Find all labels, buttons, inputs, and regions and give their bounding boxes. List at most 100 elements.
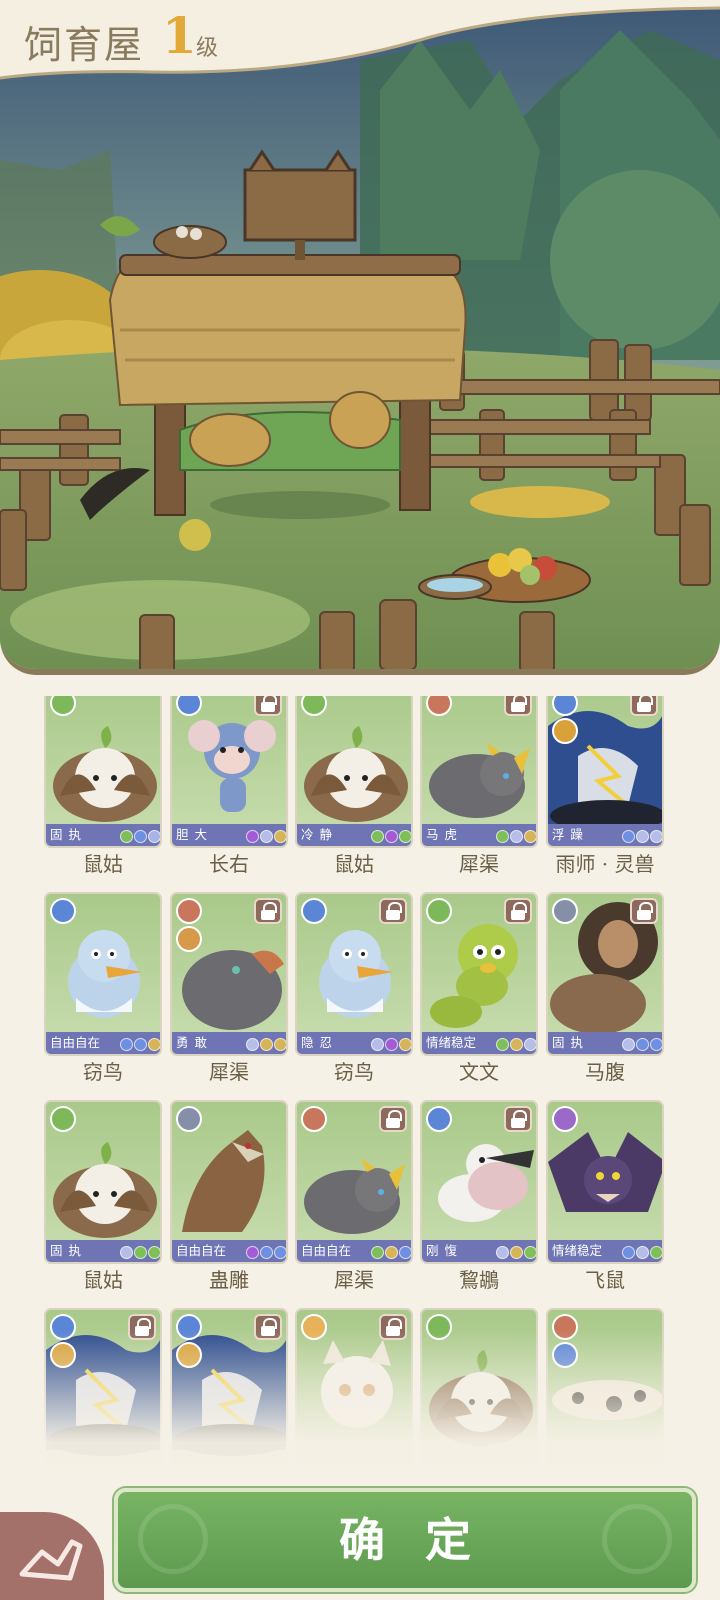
- pet-grid: 固 执鼠姑胆 大长右冷 静鼠姑马 虎犀渠浮 躁雨师 · 灵兽 自由自在 窃鸟勇 敢犀…: [44, 696, 684, 1466]
- aptitude-dot: [524, 1038, 536, 1051]
- aptitude-dot: [134, 1246, 147, 1259]
- fire-icon: [301, 1106, 327, 1132]
- pet-card[interactable]: 情绪稳定 文文: [420, 892, 538, 1084]
- pet-card[interactable]: 隐 忍窃鸟: [295, 892, 413, 1084]
- pet-portrait: 自由自在: [295, 1100, 413, 1264]
- aptitude-dot: [120, 1038, 133, 1051]
- pet-portrait: 刚 愎: [420, 1100, 538, 1264]
- pet-name: 窃鸟: [83, 1060, 123, 1084]
- trait-bar: 固 执: [548, 1032, 662, 1054]
- level-number: 1: [162, 6, 197, 65]
- pet-card[interactable]: 冷 静鼠姑: [295, 696, 413, 876]
- trait-label: 情绪稳定: [552, 1243, 603, 1258]
- light-icon: [301, 1314, 327, 1340]
- pet-card[interactable]: 情绪稳定 飞鼠: [546, 1100, 664, 1292]
- aptitude-dot: [120, 830, 133, 843]
- aptitude-dot: [371, 1246, 384, 1259]
- aptitude-dot: [246, 1246, 259, 1259]
- aptitude-dot: [622, 830, 635, 843]
- spirit-icon: [552, 1106, 578, 1132]
- back-button[interactable]: [0, 1512, 104, 1600]
- aptitude-dot: [260, 1038, 273, 1051]
- confirm-button[interactable]: 确定: [114, 1488, 696, 1592]
- trait-label: 自由自在: [50, 1035, 101, 1050]
- wind-icon: [552, 898, 578, 924]
- pet-portrait: 隐 忍: [295, 892, 413, 1056]
- pet-card[interactable]: 勇 敢犀渠: [170, 892, 288, 1084]
- pet-card[interactable]: 固 执马腹: [546, 892, 664, 1084]
- trait-label: 马 虎: [426, 827, 458, 842]
- pet-card[interactable]: 自由自在 犀渠: [295, 1100, 413, 1292]
- thunder-icon: [176, 1342, 202, 1368]
- pet-card[interactable]: 马 虎犀渠: [420, 696, 538, 876]
- aptitude-dots: [245, 828, 286, 846]
- water-icon: [50, 1314, 76, 1340]
- pet-card[interactable]: 固 执鼠姑: [44, 1100, 162, 1292]
- aptitude-dots: [119, 1244, 160, 1262]
- pet-card[interactable]: 刚 愎鵹鶘: [420, 1100, 538, 1292]
- decor-swirl-left: [138, 1504, 208, 1574]
- pet-name: 文文: [459, 1060, 499, 1084]
- aptitude-dot: [120, 1246, 133, 1259]
- pet-portrait: [420, 1308, 538, 1466]
- aptitude-dot: [246, 830, 259, 843]
- trait-bar: 胆 大: [172, 824, 286, 846]
- pet-portrait: [170, 1308, 288, 1466]
- grass-icon: [50, 1106, 76, 1132]
- aptitude-dots: [495, 828, 536, 846]
- trait-label: 固 执: [50, 827, 82, 842]
- grass-icon: [426, 1314, 452, 1340]
- pet-name: 犀渠: [209, 1060, 249, 1084]
- pet-name: 蛊雕: [209, 1268, 249, 1292]
- aptitude-dot: [622, 1246, 635, 1259]
- wind-icon: [176, 1106, 202, 1132]
- aptitude-dots: [119, 828, 160, 846]
- pet-portrait: 情绪稳定: [546, 1100, 664, 1264]
- aptitude-dot: [399, 1038, 411, 1051]
- pet-portrait: [546, 1308, 664, 1466]
- fire-icon: [552, 1314, 578, 1340]
- aptitude-dots: [495, 1036, 536, 1054]
- aptitude-dot: [246, 1038, 259, 1051]
- pet-card[interactable]: [44, 1308, 162, 1466]
- aptitude-dot: [496, 1038, 509, 1051]
- aptitude-dots: [119, 1036, 160, 1054]
- trait-label: 固 执: [552, 1035, 584, 1050]
- pet-portrait: 固 执: [44, 1100, 162, 1264]
- aptitude-dot: [274, 1038, 286, 1051]
- water-icon: [50, 898, 76, 924]
- pet-card[interactable]: 自由自在蛊雕: [170, 1100, 288, 1292]
- aptitude-dots: [370, 828, 411, 846]
- pet-card[interactable]: [546, 1308, 664, 1466]
- aptitude-dots: [245, 1244, 286, 1262]
- pet-card[interactable]: [170, 1308, 288, 1466]
- pet-name: 鼠姑: [83, 1268, 123, 1292]
- aptitude-dot: [371, 1038, 384, 1051]
- lock-icon: [504, 696, 532, 716]
- thunder-icon: [552, 718, 578, 744]
- pet-card[interactable]: 固 执鼠姑: [44, 696, 162, 876]
- pet-card[interactable]: [420, 1308, 538, 1466]
- trait-bar: 浮 躁: [548, 824, 662, 846]
- trait-label: 勇 敢: [176, 1035, 208, 1050]
- pet-card[interactable]: [295, 1308, 413, 1466]
- trait-bar: 自由自在: [46, 1032, 160, 1054]
- trait-label: 自由自在: [176, 1243, 227, 1258]
- water-icon: [301, 898, 327, 924]
- aptitude-dot: [510, 1038, 523, 1051]
- lock-icon: [128, 1314, 156, 1340]
- pet-card[interactable]: 浮 躁雨师 · 灵兽: [546, 696, 664, 876]
- trait-bar: 情绪稳定: [548, 1240, 662, 1262]
- decor-swirl-right: [602, 1504, 672, 1574]
- pet-card[interactable]: 自由自在窃鸟: [44, 892, 162, 1084]
- breeding-house-scene: 饲育屋 1 级: [0, 0, 720, 675]
- pet-card[interactable]: 胆 大长右: [170, 696, 288, 876]
- pet-portrait: 浮 躁: [546, 696, 664, 848]
- aptitude-dots: [370, 1036, 411, 1054]
- trait-bar: 情绪稳定: [422, 1032, 536, 1054]
- pet-name: 雨师 · 灵兽: [555, 852, 655, 876]
- pet-name: 马腹: [585, 1060, 625, 1084]
- lock-icon: [379, 898, 407, 924]
- pet-portrait: 胆 大: [170, 696, 288, 848]
- water-icon: [426, 1106, 452, 1132]
